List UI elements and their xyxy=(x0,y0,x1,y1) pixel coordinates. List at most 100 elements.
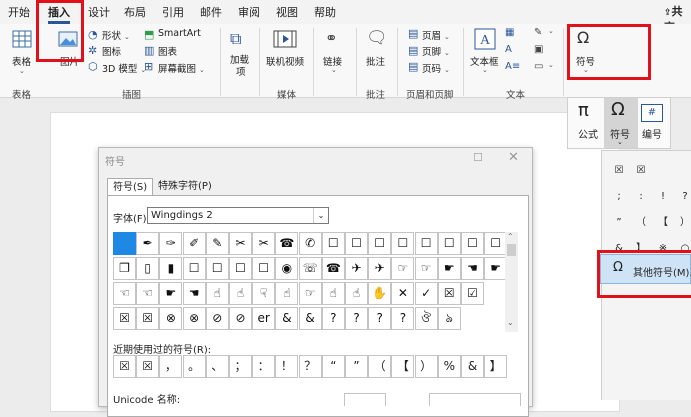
symbol-cell[interactable]: & xyxy=(298,307,322,330)
symbol-cell[interactable]: ☝ xyxy=(321,282,345,305)
symbol-cell[interactable]: ⊘ xyxy=(229,307,252,330)
symbol-cell[interactable]: ☜ xyxy=(136,282,160,305)
number-label[interactable]: 编号 xyxy=(642,126,662,141)
symbol-cell[interactable]: ঌ xyxy=(437,307,461,330)
tab-review[interactable]: 审阅 xyxy=(238,4,260,20)
gallery-symbol[interactable]: ） xyxy=(676,215,691,231)
screenshot-button[interactable]: 屏幕截图 ⌄ xyxy=(158,61,205,75)
symbol-cell[interactable]: ✒ xyxy=(136,232,160,255)
symbol-cell[interactable]: ⊗ xyxy=(182,307,206,330)
tab-view[interactable]: 视图 xyxy=(276,4,298,20)
symbol-cell[interactable]: ☐ xyxy=(229,257,252,280)
gallery-symbol[interactable]: ? xyxy=(676,189,691,205)
gallery-symbol[interactable] xyxy=(676,163,691,179)
gallery-symbol[interactable]: ☒ xyxy=(632,163,650,179)
symbol-cell[interactable]: ✐ xyxy=(182,232,206,255)
recent-symbol-cell[interactable]: 【 xyxy=(391,355,415,378)
shapes-button[interactable]: 形状 ⌄ xyxy=(102,28,130,42)
signature-icon[interactable]: ✎ xyxy=(534,27,542,38)
symbol-cell[interactable]: ☏ xyxy=(298,257,322,280)
symbol-cell[interactable]: ☝ xyxy=(345,282,368,305)
symbol-cell[interactable]: ☚ xyxy=(461,257,484,280)
video-icon[interactable] xyxy=(273,30,297,48)
header-button[interactable]: 页眉 ⌄ xyxy=(422,28,450,42)
symbol-cell[interactable]: ☞ xyxy=(414,257,438,280)
symbol-cell[interactable]: ☚ xyxy=(182,282,206,305)
symbol-cell[interactable]: ☐ xyxy=(461,232,484,255)
gallery-symbol[interactable] xyxy=(654,163,672,179)
tab-home[interactable]: 开始 xyxy=(8,4,30,20)
symbol-cell[interactable]: ☛ xyxy=(437,257,461,280)
tab-help[interactable]: 帮助 xyxy=(314,4,336,20)
symbol-cell[interactable]: ? xyxy=(345,307,368,330)
recent-symbol-cell[interactable]: ； xyxy=(229,355,252,378)
gallery-symbol[interactable]: ” xyxy=(610,215,628,231)
symbol-cell[interactable]: ☝ xyxy=(275,282,299,305)
tab-references[interactable]: 引用 xyxy=(162,4,184,20)
symbol-cell[interactable]: ☐ xyxy=(205,257,229,280)
symbol-cell[interactable]: ✋ xyxy=(368,282,392,305)
symbol-cell[interactable]: ☒ xyxy=(136,307,160,330)
recent-symbol-cell[interactable]: ， xyxy=(159,355,183,378)
recent-symbol-cell[interactable]: （ xyxy=(368,355,392,378)
object-icon[interactable]: ▭ xyxy=(534,61,543,72)
smartart-button[interactable]: SmartArt xyxy=(158,28,201,39)
recent-symbol-cell[interactable]: & xyxy=(461,355,484,378)
symbol-cell[interactable]: ☐ xyxy=(345,232,368,255)
symbol-cell[interactable]: ✈ xyxy=(368,257,392,280)
quickparts-icon[interactable]: ▦ xyxy=(505,27,514,38)
font-select[interactable]: Wingdings 2 ⌄ xyxy=(147,207,329,224)
symbol-cell[interactable]: ☝ xyxy=(229,282,252,305)
symbol-cell[interactable]: ☐ xyxy=(368,232,392,255)
gallery-symbol[interactable]: ; xyxy=(610,189,628,205)
addins-icon[interactable]: ⧉ xyxy=(230,29,241,49)
symbol-cell[interactable]: ☐ xyxy=(252,257,276,280)
symbol-cell[interactable]: ❐ xyxy=(113,257,136,280)
symbol-cell[interactable]: ✈ xyxy=(345,257,368,280)
online-video-label[interactable]: 联机视频 xyxy=(266,54,304,68)
tab-layout[interactable]: 布局 xyxy=(124,4,146,20)
recent-symbol-cell[interactable]: 】 xyxy=(484,355,508,378)
recent-symbol-cell[interactable]: ☒ xyxy=(136,355,160,378)
symbol-cell[interactable] xyxy=(113,232,136,255)
symbol-cell[interactable]: ☒ xyxy=(437,282,461,305)
table-button-label[interactable]: 表格 xyxy=(12,54,31,68)
textbox-icon[interactable]: A xyxy=(474,28,496,50)
symbol-cell[interactable]: ◉ xyxy=(275,257,299,280)
symbol-cell[interactable]: ☐ xyxy=(414,232,438,255)
addins-label-2[interactable]: 项 xyxy=(236,64,246,78)
close-icon[interactable]: ✕ xyxy=(508,150,519,165)
symbol-cell[interactable]: ▮ xyxy=(159,257,183,280)
symbol-cell[interactable]: ☐ xyxy=(182,257,206,280)
tab-special-characters[interactable]: 特殊字符(P) xyxy=(153,178,217,195)
symbol-cell[interactable]: ✂ xyxy=(229,232,252,255)
recent-symbol-cell[interactable]: ☒ xyxy=(113,355,136,378)
symbol-cell[interactable]: & xyxy=(275,307,299,330)
symbol-cell[interactable]: ☐ xyxy=(484,232,508,255)
gallery-symbol[interactable]: （ xyxy=(632,215,650,231)
symbol-cell[interactable]: ✑ xyxy=(159,232,183,255)
grid-scrollbar[interactable]: ⌃ ⌄ xyxy=(505,232,518,332)
pi-icon[interactable]: π xyxy=(578,100,589,121)
recent-symbol-cell[interactable]: “ xyxy=(321,355,345,378)
dropcap-icon[interactable]: A≡ xyxy=(505,61,520,72)
recent-symbol-cell[interactable]: ） xyxy=(414,355,438,378)
scroll-down-icon[interactable]: ⌄ xyxy=(507,318,514,327)
scroll-thumb[interactable] xyxy=(507,244,516,256)
recent-symbol-cell[interactable]: ： xyxy=(252,355,276,378)
recent-symbol-cell[interactable]: ” xyxy=(345,355,368,378)
gallery-symbol[interactable]: ! xyxy=(654,189,672,205)
symbol-cell[interactable]: ☒ xyxy=(113,307,136,330)
comment-icon[interactable]: 🗨 xyxy=(366,28,388,48)
equation-label[interactable]: 公式 xyxy=(578,126,598,141)
symbol-cell[interactable]: ✓ xyxy=(414,282,438,305)
symbol-cell[interactable]: ☟ xyxy=(252,282,276,305)
symbol-cell[interactable]: ⊘ xyxy=(205,307,229,330)
symbol-cell[interactable]: ▯ xyxy=(136,257,160,280)
symbol-cell[interactable]: er xyxy=(252,307,276,330)
recent-symbol-cell[interactable]: ？ xyxy=(298,355,322,378)
scroll-up-icon[interactable]: ⌃ xyxy=(507,232,514,241)
number-icon[interactable]: # xyxy=(641,104,663,122)
recent-symbol-cell[interactable]: ！ xyxy=(275,355,299,378)
symbol-cell[interactable]: ? xyxy=(391,307,415,330)
